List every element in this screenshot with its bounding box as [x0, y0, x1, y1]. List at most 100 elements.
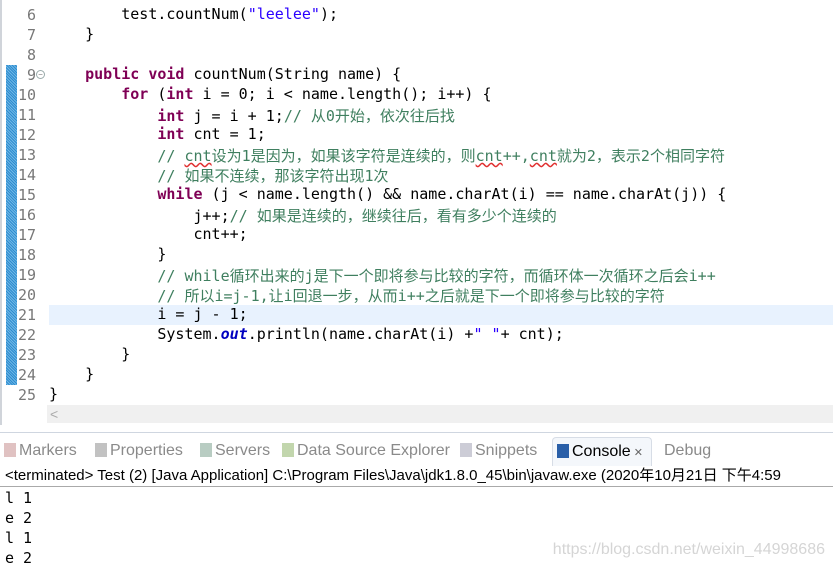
line-number: 8 — [26, 46, 36, 64]
code-token: cnt++; — [49, 225, 248, 243]
code-line: cnt++; — [49, 225, 833, 245]
code-token: 就为2，表示2个相同字符 — [556, 147, 725, 165]
code-token: // 从0开始，依次往后找 — [283, 107, 455, 125]
code-token: } — [49, 245, 167, 263]
code-line: } — [49, 365, 833, 385]
code-line: } — [49, 245, 833, 265]
console-status: <terminated> Test (2) [Java Application]… — [0, 466, 833, 487]
code-token: int — [166, 85, 194, 103]
tab-label: Console — [572, 443, 631, 460]
console-line: e 2 — [5, 509, 33, 527]
line-number: 25 — [17, 386, 36, 404]
console-line: l 1 — [5, 529, 33, 547]
tab-label: Properties — [110, 442, 183, 459]
tab-label: Servers — [215, 442, 271, 459]
code-token: } — [49, 385, 59, 403]
code-token: int — [157, 107, 185, 125]
console-line: e 2 — [5, 549, 33, 567]
tab-label: Data Source Explorer — [297, 442, 450, 459]
code-token: public — [85, 65, 140, 83]
fold-minus-circle-icon[interactable]: − — [36, 70, 45, 79]
code-line: public void countNum(String name) { — [49, 65, 833, 85]
code-token: cnt = 1; — [184, 125, 266, 143]
code-token: // 如果不连续，那该字符出现1次 — [157, 167, 389, 185]
code-token: // 如果是连续的，继续往后，看有多少个连续的 — [229, 207, 557, 225]
code-line: // 所以i=j-1,让i回退一步，从而i++之后就是下一个即将参与比较的字符 — [49, 285, 833, 305]
code-token: + cnt); — [500, 325, 564, 343]
code-line: int cnt = 1; — [49, 125, 833, 145]
code-token: i = j - 1; — [49, 305, 248, 323]
code-token: // — [157, 147, 185, 165]
code-token: i = 0; i < name.length(); i++) { — [193, 85, 492, 103]
tab-data-source-explorer[interactable]: Data Source Explorer — [282, 437, 450, 465]
code-token: j++; — [49, 207, 230, 225]
tab-properties[interactable]: Properties — [95, 437, 183, 465]
markers-icon — [4, 443, 16, 457]
code-token: // while循环出来的j是下一个即将参与比较的字符，而循环体一次循环之后会i… — [157, 267, 716, 285]
tab-snippets[interactable]: Snippets — [460, 437, 537, 465]
code-line: // 如果不连续，那该字符出现1次 — [49, 165, 833, 185]
servers-icon — [200, 443, 212, 457]
tab-markers[interactable]: Markers — [4, 437, 77, 465]
code-token: cnt — [529, 147, 557, 165]
close-icon[interactable]: ✕ — [631, 447, 643, 459]
tab-debug[interactable]: Debug — [664, 437, 711, 465]
code-token: 设为1是因为，如果该字符是连续的，则 — [211, 147, 476, 165]
code-token: .println(name.charAt(i) + — [247, 325, 474, 343]
code-line: System.out.println(name.charAt(i) +" "+ … — [49, 325, 833, 345]
properties-icon — [95, 443, 107, 457]
code-token: } — [49, 25, 95, 43]
code-token: test.countNum( — [49, 5, 248, 23]
code-line: // while循环出来的j是下一个即将参与比较的字符，而循环体一次循环之后会i… — [49, 265, 833, 285]
tab-label: Markers — [19, 442, 77, 459]
code-token: System. — [49, 325, 221, 343]
code-line: for (int i = 0; i < name.length(); i++) … — [49, 85, 833, 105]
change-indicator-bar — [6, 65, 17, 385]
data-source-icon — [282, 443, 294, 457]
code-line: while (j < name.length() && name.charAt(… — [49, 185, 833, 205]
code-token: ++, — [502, 147, 530, 165]
code-token: // 所以i=j-1,让i回退一步，从而i++之后就是下一个即将参与比较的字符 — [157, 287, 665, 305]
code-line: j++;// 如果是连续的，继续往后，看有多少个连续的 — [49, 205, 833, 225]
code-token: "leelee" — [247, 5, 320, 23]
scroll-left-arrow-icon[interactable]: < — [50, 406, 58, 422]
code-token: void — [148, 65, 185, 83]
snippets-icon — [460, 443, 472, 457]
code-token: (j < name.length() && name.charAt(i) == … — [202, 185, 727, 203]
code-token: for — [121, 85, 149, 103]
code-line: } — [49, 25, 833, 45]
code-token: ( — [148, 85, 167, 103]
code-token: cnt — [475, 147, 503, 165]
bottom-panel-tabs: Markers Properties Servers Data Source Expl… — [0, 432, 833, 467]
line-number: 6 — [26, 6, 36, 24]
line-number: 7 — [26, 26, 36, 44]
code-editor[interactable]: 6 7 8 9−10 11 12 13 14 15 16 17 18 19 20 21 22 23 24 25 te… — [0, 0, 833, 425]
code-token: out — [220, 325, 248, 343]
tab-label: Debug — [664, 442, 712, 459]
code-line: } — [49, 385, 833, 405]
code-token: } — [49, 345, 131, 363]
code-token: ); — [319, 5, 338, 23]
horizontal-scrollbar[interactable]: < — [47, 405, 833, 423]
code-token: } — [49, 365, 95, 383]
tab-servers[interactable]: Servers — [200, 437, 270, 465]
code-token: cnt — [184, 147, 212, 165]
code-line: } — [49, 345, 833, 365]
tab-label: Snippets — [475, 442, 538, 459]
tab-console[interactable]: Console ✕ — [552, 437, 652, 466]
console-icon — [557, 444, 569, 458]
code-line: i = j - 1; — [49, 305, 833, 325]
code-token: countNum(String name) { — [184, 65, 402, 83]
code-token: while — [157, 185, 203, 203]
